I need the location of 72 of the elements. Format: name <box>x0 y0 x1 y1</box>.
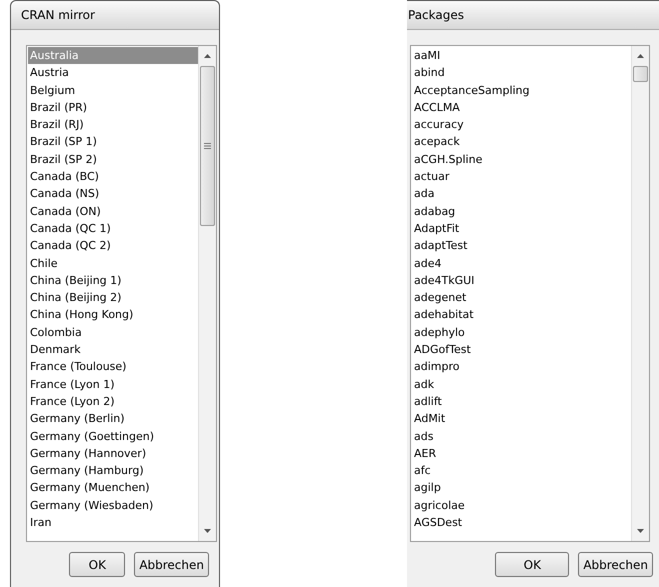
list-item[interactable]: AGSDest <box>412 514 631 532</box>
list-item[interactable]: acepack <box>412 133 631 151</box>
scroll-thumb[interactable] <box>200 66 215 226</box>
list-item[interactable]: actuar <box>412 168 631 186</box>
list-item[interactable]: ade4TkGUI <box>412 272 631 290</box>
list-item[interactable]: China (Beijing 2) <box>28 289 198 306</box>
list-item[interactable]: Belgium <box>28 82 198 99</box>
list-item[interactable]: ACCLMA <box>412 98 631 116</box>
scroll-down-icon[interactable] <box>637 529 644 533</box>
list-item[interactable]: aaMI <box>412 47 631 64</box>
dialog-button[interactable]: Abbrechen <box>134 552 209 577</box>
list-item[interactable]: Germany (Hamburg) <box>28 462 198 480</box>
list-item[interactable]: Canada (QC 1) <box>28 220 198 238</box>
list-item[interactable]: Canada (BC) <box>28 168 198 186</box>
list-item[interactable]: AdaptFit <box>412 220 631 238</box>
list-item[interactable]: Colombia <box>28 324 198 342</box>
list-item[interactable]: adegenet <box>412 289 631 306</box>
list-item[interactable]: Brazil (RJ) <box>28 116 198 134</box>
scrollbar[interactable] <box>198 46 216 541</box>
scroll-up-icon[interactable] <box>637 54 644 58</box>
dialog-button[interactable]: Abbrechen <box>578 552 653 577</box>
grip-icon <box>204 143 211 149</box>
scroll-up-icon[interactable] <box>204 54 211 58</box>
list-item[interactable]: adaptTest <box>412 237 631 255</box>
list-item[interactable]: ADGofTest <box>412 341 631 358</box>
list-item[interactable]: China (Hong Kong) <box>28 306 198 324</box>
list-item[interactable]: afc <box>412 462 631 480</box>
list-item[interactable]: Brazil (SP 1) <box>28 133 198 151</box>
scrollbar[interactable] <box>631 46 649 541</box>
list-item[interactable]: France (Toulouse) <box>28 358 198 376</box>
list-item[interactable]: adk <box>412 376 631 393</box>
list-item[interactable]: adehabitat <box>412 306 631 324</box>
list-item[interactable]: abind <box>412 64 631 82</box>
list-item[interactable]: agilp <box>412 479 631 497</box>
window-title: CRAN mirror <box>11 1 219 30</box>
list-item[interactable]: agricolae <box>412 496 631 514</box>
list-item[interactable]: aCGH.Spline <box>412 150 631 168</box>
list-item[interactable]: ada <box>412 185 631 203</box>
dialog-button[interactable]: OK <box>495 552 570 577</box>
list-box[interactable] <box>26 45 217 542</box>
list-item[interactable]: Germany (Hannover) <box>28 444 198 462</box>
list-item[interactable]: Austria <box>28 64 198 82</box>
list-item[interactable]: Germany (Goettingen) <box>28 428 198 445</box>
list-item[interactable]: Canada (QC 2) <box>28 237 198 255</box>
list-item[interactable]: ade4 <box>412 254 631 272</box>
list-item[interactable]: Canada (NS) <box>28 185 198 203</box>
list-item[interactable]: Chile <box>28 254 198 272</box>
list-item[interactable]: adlift <box>412 392 631 410</box>
list-item[interactable]: accuracy <box>412 116 631 134</box>
scroll-thumb[interactable] <box>633 66 648 82</box>
list-item[interactable]: adimpro <box>412 358 631 376</box>
list-item[interactable]: AER <box>412 444 631 462</box>
list-item[interactable]: Germany (Wiesbaden) <box>28 496 198 514</box>
list-item[interactable]: adabag <box>412 202 631 220</box>
list-item[interactable]: adephylo <box>412 324 631 342</box>
list-item[interactable]: AdMit <box>412 410 631 428</box>
list-item[interactable]: Germany (Muenchen) <box>28 479 198 497</box>
list-box[interactable] <box>410 45 650 542</box>
list-item[interactable]: Brazil (PR) <box>28 98 198 116</box>
list-item[interactable]: ads <box>412 428 631 445</box>
list-item[interactable]: AcceptanceSampling <box>412 82 631 99</box>
list-item[interactable]: France (Lyon 2) <box>28 392 198 410</box>
list-item[interactable]: Germany (Berlin) <box>28 410 198 428</box>
scroll-down-icon[interactable] <box>204 529 211 533</box>
list-item[interactable]: Iran <box>28 514 198 532</box>
list-item[interactable]: China (Beijing 1) <box>28 272 198 290</box>
dialog-button[interactable]: OK <box>69 552 126 577</box>
list-item[interactable]: Brazil (SP 2) <box>28 150 198 168</box>
list-item[interactable]: Canada (ON) <box>28 202 198 220</box>
list-item[interactable]: France (Lyon 1) <box>28 376 198 393</box>
list-item[interactable]: Denmark <box>28 341 198 358</box>
window-title: Packages <box>407 1 659 30</box>
